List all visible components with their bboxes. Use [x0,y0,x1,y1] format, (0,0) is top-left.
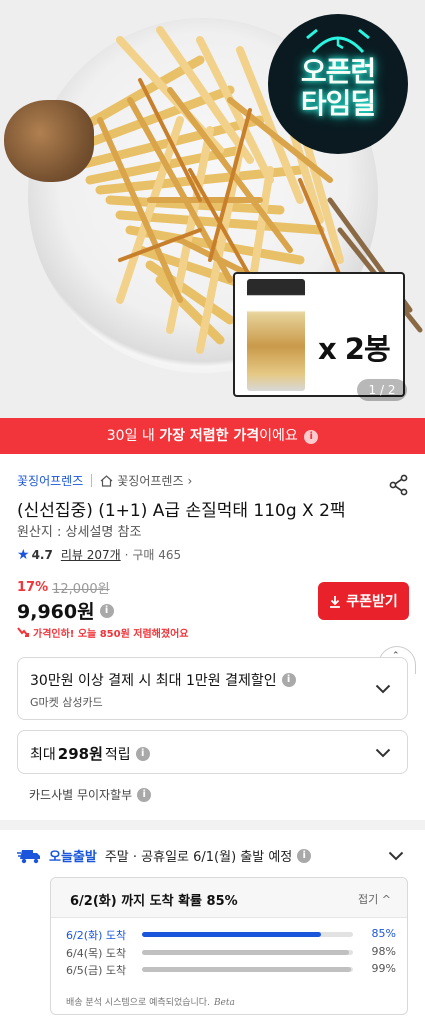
probability-header: 6/2(화) 까지 도착 확률 85% 접기 ^ [51,878,407,918]
probability-bar [142,967,353,972]
probability-row: 6/4(목) 도착 98% [66,945,396,961]
probability-bar [142,932,353,937]
shop-link-label: 꽃징어프렌즈 [117,474,184,488]
chevron-down-icon[interactable] [375,748,391,758]
probability-percent: 98% [371,945,396,958]
section-divider [0,820,425,830]
package-bag-image [247,279,305,391]
info-icon[interactable]: i [297,848,312,863]
info-icon[interactable]: i [137,787,152,802]
sale-price: 9,960원 [17,601,95,623]
card-name: G마켓 삼성카드 [30,696,103,709]
banner-highlight: 가장 저렴한 가격 [159,428,260,444]
card-discount-panel[interactable]: 30만원 이상 결제 시 최대 1만원 결제할인 i G마켓 삼성카드 [17,657,408,720]
lowest-price-banner[interactable]: 30일 내 가장 저렴한 가격이에요 i [0,418,425,454]
download-icon [330,595,341,608]
info-icon[interactable]: i [99,603,114,618]
discount-rate: 17% [17,580,49,595]
shipping-row[interactable]: 오늘출발 주말 · 공휴일로 6/1(월) 출발 예정 i [17,846,408,865]
fold-button[interactable]: 접기 ^ [358,891,391,907]
star-icon: ★ [17,546,30,563]
arrival-day: 6/4(목) 도착 [66,947,127,960]
share-icon[interactable] [388,474,410,496]
price-drop-notice: 가격인하! 오늘 850원 저렴해졌어요 [17,625,188,640]
shop-home-link[interactable]: 꽃징어프렌즈 › [100,472,192,489]
arrival-day: 6/2(화) 도착 [66,929,127,942]
shop-name[interactable]: 꽃징어프렌즈 [17,472,83,489]
chevron-down-icon[interactable] [375,684,391,694]
points-amount: 298원 [57,745,103,763]
timedeal-line-2: 타임딜 [300,87,376,120]
prediction-note: 배송 분석 시스템으로 예측되었습니다. Beta [66,995,235,1008]
note-text: 배송 분석 시스템으로 예측되었습니다. [66,998,210,1008]
info-icon[interactable]: i [281,673,296,687]
beta-label: Beta [213,998,235,1008]
original-price: 12,000원 [52,582,110,597]
price-drop-text: 가격인하! 오늘 850원 저렴해졌어요 [33,629,189,640]
product-title: (신선집중) (1+1) A급 손질먹태 110g X 2팩 [17,501,346,521]
points-suffix: 적립 [104,746,131,763]
fish-head-image [4,100,94,182]
discount-row: 17% 12,000원 [17,578,110,597]
banner-suffix: 이에요 [259,428,298,444]
banner-prefix: 30일 내 [106,428,160,444]
product-image[interactable]: 오픈런 타임딜 x 2봉 1 / 2 [0,0,425,418]
points-panel[interactable]: 최대 298원 적립 i [17,730,408,774]
arrival-probability-panel: 6/2(화) 까지 도착 확률 85% 접기 ^ 6/2(화) 도착 85% 6/4… [50,877,408,1015]
installment-text: 카드사별 무이자할부 [29,788,133,802]
chevron-up-icon: ^ [381,893,391,906]
home-icon [100,474,113,487]
rating-row: ★ 4.7 리뷰 207개 · 구매 465 [17,546,181,563]
purchase-count: 구매 465 [132,548,182,562]
probability-title: 6/2(화) 까지 도착 확률 85% [70,894,238,909]
probability-bar [142,950,353,955]
price-row: 9,960원 i [17,597,114,624]
timedeal-line-1: 오픈런 [300,55,376,88]
info-icon[interactable]: i [135,746,150,761]
probability-bar-fill [142,967,351,972]
fold-label: 접기 [358,893,379,906]
coupon-button[interactable]: 쿠폰받기 [318,582,409,620]
chevron-down-icon[interactable] [388,851,404,861]
truck-icon [17,849,40,863]
rating-value: 4.7 [31,547,53,562]
probability-bar-fill [142,932,322,937]
shop-row: 꽃징어프렌즈 꽃징어프렌즈 › [17,472,192,489]
probability-percent: 99% [371,962,396,975]
divider [91,474,93,487]
probability-bar-fill [142,950,349,955]
probability-percent: 85% [371,927,396,940]
trend-down-icon [17,627,29,637]
review-link[interactable]: 리뷰 207개 [61,546,121,563]
image-pager: 1 / 2 [357,379,407,401]
probability-row: 6/5(금) 도착 99% [66,962,396,978]
alarm-clock-icon [306,28,370,54]
points-prefix: 최대 [30,746,56,763]
timedeal-label: 오픈런 타임딜 [268,56,408,120]
shipping-text: 주말 · 공휴일로 6/1(월) 출발 예정 [104,850,293,865]
shipping-tag: 오늘출발 [49,850,97,865]
coupon-button-label: 쿠폰받기 [346,593,398,609]
purchase-count-prefix: · [124,547,133,562]
package-quantity: x 2봉 [318,332,391,366]
chevron-right-icon: › [187,473,193,488]
arrival-day: 6/5(금) 도착 [66,964,127,977]
probability-row: 6/2(화) 도착 85% [66,927,396,943]
card-discount-text: 30만원 이상 결제 시 최대 1만원 결제할인 [30,673,277,689]
installment-row[interactable]: 카드사별 무이자할부 i [29,786,152,803]
product-origin: 원산지 : 상세설명 참조 [17,525,142,540]
info-icon[interactable]: i [304,430,319,444]
